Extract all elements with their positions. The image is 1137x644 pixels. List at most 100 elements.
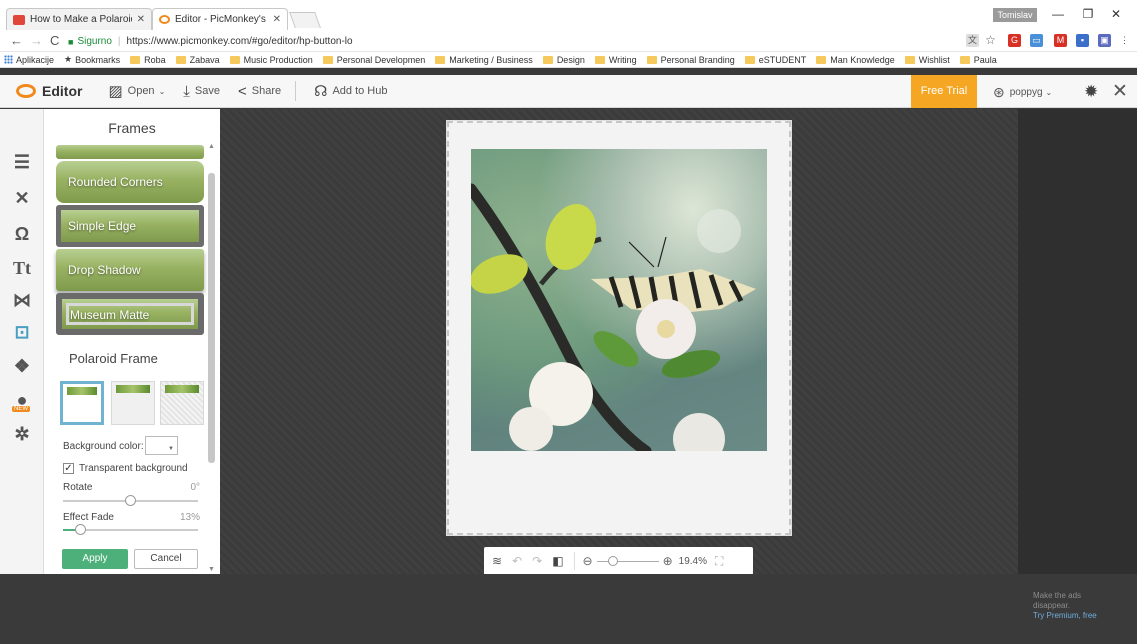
frames-icon[interactable]: ⊡ bbox=[9, 319, 35, 345]
save-button[interactable]: ⤓ Save bbox=[183, 83, 220, 100]
bookmark-item[interactable]: Man Knowledge bbox=[816, 55, 895, 65]
folder-icon bbox=[229, 55, 240, 64]
picmonkey-logo[interactable]: Editor bbox=[16, 83, 82, 99]
background-color-picker[interactable]: ▼ bbox=[145, 436, 178, 455]
ad-message: Make the ads disappear. Try Premium, fre… bbox=[1033, 591, 1097, 621]
chevron-down-icon: ▼ bbox=[168, 446, 174, 452]
polaroid-style-gray[interactable] bbox=[111, 381, 155, 425]
frame-simple-edge[interactable]: Simple Edge bbox=[56, 205, 204, 247]
scrollbar-thumb[interactable] bbox=[208, 173, 215, 463]
bookmark-star-icon[interactable]: ☆ bbox=[984, 34, 997, 47]
gmail-icon[interactable]: M bbox=[1054, 34, 1067, 47]
apply-button[interactable]: Apply bbox=[62, 549, 128, 569]
zoom-in-icon[interactable]: ⊕ bbox=[663, 554, 673, 568]
fullscreen-icon[interactable]: ⛶ bbox=[715, 554, 723, 569]
apps-grid-icon bbox=[4, 55, 13, 64]
forward-icon[interactable]: → bbox=[30, 33, 43, 48]
redo-icon[interactable]: ↷ bbox=[532, 554, 542, 568]
scroll-up-icon[interactable]: ▲ bbox=[207, 143, 216, 150]
browser-tab-how-to[interactable]: How to Make a Polaroid ✕ bbox=[6, 8, 152, 30]
restore-icon[interactable]: ❐ bbox=[1078, 7, 1098, 21]
adjust-sliders-icon[interactable]: ☰ bbox=[9, 149, 35, 175]
edited-photo[interactable] bbox=[471, 149, 767, 451]
zoom-slider-handle[interactable] bbox=[608, 555, 619, 566]
tab-title: Editor - PicMonkey's Pho bbox=[175, 14, 268, 25]
reload-icon[interactable]: C bbox=[50, 33, 59, 48]
zoom-out-icon[interactable]: ⊖ bbox=[583, 554, 593, 568]
window-close-icon[interactable]: ✕ bbox=[1106, 7, 1126, 21]
text-icon[interactable]: Tt bbox=[9, 255, 35, 281]
compare-icon[interactable]: ◧ bbox=[552, 554, 563, 568]
open-image-icon: ▨ bbox=[108, 83, 123, 100]
translate-icon[interactable]: 文 bbox=[966, 34, 979, 47]
share-button[interactable]: < Share bbox=[238, 83, 281, 100]
free-trial-button[interactable]: Free Trial bbox=[911, 75, 977, 108]
zoom-toolbar: ≋ ↶ ↷ ◧ ⊖ ⊕ 19.4% ⛶ bbox=[484, 547, 753, 575]
zoom-slider[interactable] bbox=[596, 555, 659, 566]
folder-icon bbox=[744, 55, 755, 64]
try-premium-link[interactable]: Try Premium, free bbox=[1033, 611, 1097, 621]
effect-fade-slider-handle[interactable] bbox=[75, 524, 87, 535]
layers-icon[interactable]: ≋ bbox=[492, 554, 502, 568]
textures-icon[interactable]: ❖ bbox=[9, 353, 35, 379]
transparent-background-checkbox[interactable]: ✓ bbox=[63, 463, 74, 474]
close-tab-icon[interactable]: ✕ bbox=[137, 14, 145, 25]
minimize-icon[interactable]: — bbox=[1048, 7, 1068, 21]
frames-panel: Frames Rounded Corners Simple Edge Drop … bbox=[44, 109, 220, 574]
extension-icon[interactable]: ▣ bbox=[1098, 34, 1111, 47]
extension-icon[interactable]: G bbox=[1008, 34, 1021, 47]
bookmark-item[interactable]: Design bbox=[542, 55, 585, 65]
bookmark-item[interactable]: Zabava bbox=[175, 55, 220, 65]
browser-user-chip[interactable]: Tomislav bbox=[993, 8, 1037, 22]
effects-wand-icon[interactable]: ✕ bbox=[9, 185, 35, 211]
browser-tab-strip: How to Make a Polaroid ✕ Editor - PicMon… bbox=[0, 0, 1137, 30]
new-tab-button[interactable] bbox=[289, 12, 321, 28]
frame-museum-matte[interactable]: Museum Matte bbox=[56, 293, 204, 335]
frame-drop-shadow[interactable]: Drop Shadow bbox=[56, 249, 204, 291]
tab-title: How to Make a Polaroid bbox=[30, 14, 132, 25]
extension-icon[interactable]: ▪ bbox=[1076, 34, 1089, 47]
touch-up-icon[interactable]: Ω bbox=[9, 221, 35, 247]
panel-scrollbar[interactable]: ▲ ▼ bbox=[207, 143, 216, 573]
star-icon: ★ bbox=[64, 54, 73, 64]
browser-tab-editor[interactable]: Editor - PicMonkey's Pho ✕ bbox=[152, 8, 288, 30]
bookmark-item[interactable]: ★ Bookmarks bbox=[64, 54, 120, 65]
close-editor-icon[interactable]: ✕ bbox=[1112, 80, 1128, 103]
bookmark-item[interactable]: eSTUDENT bbox=[744, 55, 806, 65]
url-input[interactable]: ■ Sigurno | https://www.picmonkey.com/#g… bbox=[68, 33, 948, 50]
editor-canvas[interactable]: ≋ ↶ ↷ ◧ ⊖ ⊕ 19.4% ⛶ bbox=[220, 109, 1018, 575]
undo-icon[interactable]: ↶ bbox=[512, 554, 522, 568]
youtube-icon bbox=[13, 14, 25, 25]
add-to-hub-button[interactable]: ☊ Add to Hub bbox=[314, 82, 387, 100]
rotate-slider-handle[interactable] bbox=[125, 495, 136, 506]
seasonal-icon[interactable]: ✲ bbox=[9, 421, 35, 447]
open-button[interactable]: ▨ Open ⌄ bbox=[108, 82, 165, 100]
bookmark-item[interactable]: Wishlist bbox=[904, 55, 950, 65]
cancel-button[interactable]: Cancel bbox=[134, 549, 198, 569]
bookmark-item[interactable]: Paula bbox=[959, 55, 997, 65]
settings-gear-icon[interactable]: ✹ bbox=[1084, 82, 1098, 102]
bookmark-item[interactable]: Writing bbox=[594, 55, 637, 65]
polaroid-style-white[interactable] bbox=[60, 381, 104, 425]
extension-icon[interactable]: ▭ bbox=[1030, 34, 1043, 47]
account-menu[interactable]: ⊛ poppyg ⌄ bbox=[993, 84, 1052, 101]
bookmark-item[interactable]: Personal Branding bbox=[646, 55, 735, 65]
url-text: https://www.picmonkey.com/#go/editor/hp-… bbox=[126, 36, 353, 47]
back-icon[interactable]: ← bbox=[10, 33, 23, 48]
transparent-background-label: Transparent background bbox=[79, 463, 188, 474]
bookmarks-bar: Aplikacije ★ Bookmarks Roba Zabava Music … bbox=[0, 52, 1137, 68]
bookmark-item[interactable]: Roba bbox=[130, 55, 166, 65]
close-tab-icon[interactable]: ✕ bbox=[273, 14, 281, 25]
menu-icon[interactable]: ⋮ bbox=[1118, 34, 1131, 47]
frame-thumb-partial[interactable] bbox=[56, 145, 204, 159]
frame-rounded-corners[interactable]: Rounded Corners bbox=[56, 161, 204, 203]
bookmark-apps[interactable]: Aplikacije bbox=[4, 55, 54, 65]
polaroid-style-textured[interactable] bbox=[160, 381, 204, 425]
bookmark-item[interactable]: Marketing / Business bbox=[435, 55, 533, 65]
bookmark-item[interactable]: Music Production bbox=[229, 55, 313, 65]
themes-apple-icon[interactable]: ● bbox=[9, 387, 35, 413]
polaroid-frame-preview[interactable] bbox=[447, 121, 791, 535]
overlays-butterfly-icon[interactable]: ⋈ bbox=[9, 287, 35, 313]
bookmark-item[interactable]: Personal Developmen bbox=[322, 55, 425, 65]
scroll-down-icon[interactable]: ▼ bbox=[207, 566, 216, 573]
